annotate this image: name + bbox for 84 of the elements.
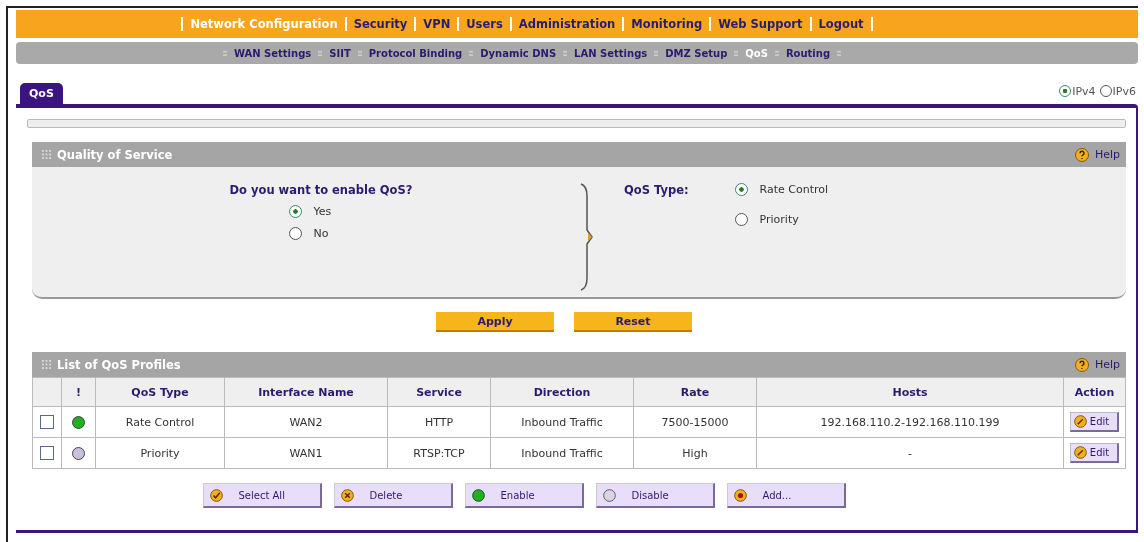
tab[interactable]: QoS: [20, 83, 63, 104]
table-cell: Priority: [95, 437, 225, 469]
cross-icon: [340, 488, 354, 502]
menu-link[interactable]: Administration: [518, 17, 616, 31]
action-button[interactable]: Reset: [574, 312, 692, 332]
radio-label: No: [313, 227, 329, 240]
table-cell: RTSP:TCP: [387, 437, 491, 469]
menu-link[interactable]: VPN: [423, 17, 451, 31]
table-cell: Rate Control: [95, 406, 225, 438]
table-cell: -: [756, 437, 1064, 469]
submenu-link[interactable]: DMZ Setup: [665, 47, 728, 59]
radio-label: Priority: [759, 213, 799, 226]
radio-button[interactable]: [1059, 85, 1072, 97]
menu-link[interactable]: Web Support: [718, 17, 803, 31]
grid-icon: [42, 360, 51, 369]
submenu-link[interactable]: Routing: [785, 47, 831, 59]
table-cell: WAN2: [224, 406, 388, 438]
radio-button[interactable]: [1099, 85, 1112, 97]
table-cell: Inbound Traffic: [490, 406, 634, 438]
menu-link[interactable]: Monitoring: [631, 17, 703, 31]
table-cell: HTTP: [387, 406, 491, 438]
table-cell: WAN1: [224, 437, 388, 469]
radio-button[interactable]: [288, 205, 302, 218]
hollow-circle-icon: [602, 488, 616, 502]
list-button[interactable]: Enable: [464, 483, 584, 508]
table-cell: 7500-15000: [633, 406, 757, 438]
grid-icon: [42, 150, 51, 159]
column-header: Rate: [633, 377, 757, 407]
radio-label: Yes: [313, 205, 332, 218]
separator-icon: [318, 49, 323, 57]
table-cell: Inbound Traffic: [490, 437, 634, 469]
help-icon[interactable]: [1074, 357, 1089, 372]
column-header: Direction: [490, 377, 634, 407]
add-icon: [733, 488, 747, 502]
radio-label: IPv4: [1072, 84, 1096, 98]
column-header: Action: [1063, 377, 1126, 407]
field-label: QoS Type:: [624, 183, 689, 199]
separator-icon: [469, 49, 474, 57]
radio-label: Rate Control: [759, 183, 829, 196]
list-button[interactable]: Select All: [202, 483, 322, 508]
pencil-icon: [1073, 446, 1087, 459]
pencil-icon: [1073, 415, 1087, 428]
separator-icon: [563, 49, 568, 57]
list-button[interactable]: Add...: [726, 483, 846, 508]
check-icon: [209, 488, 223, 502]
separator-icon: [357, 49, 362, 57]
separator-icon: [774, 49, 779, 57]
radio-label: IPv6: [1112, 84, 1136, 98]
help-link[interactable]: Help: [1094, 358, 1120, 371]
help-link[interactable]: Help: [1094, 148, 1120, 161]
table-cell: High: [633, 437, 757, 469]
submenu-link[interactable]: SIIT: [329, 47, 351, 59]
section-title: Quality of Service: [57, 147, 173, 162]
menu-link[interactable]: Security: [353, 17, 408, 31]
submenu-link[interactable]: Protocol Binding: [368, 47, 463, 59]
row-checkbox[interactable]: [40, 446, 54, 460]
separator-icon: [222, 49, 227, 57]
column-header: QoS Type: [95, 377, 225, 407]
edit-button[interactable]: Edit: [1069, 412, 1120, 432]
submenu-link[interactable]: WAN Settings: [233, 47, 312, 59]
menu-link[interactable]: Logout: [818, 17, 864, 31]
radio-button[interactable]: [288, 227, 302, 240]
radio-button[interactable]: [734, 183, 748, 196]
separator-icon: [734, 49, 739, 57]
list-button[interactable]: Disable: [595, 483, 715, 508]
edit-button[interactable]: Edit: [1069, 443, 1120, 463]
menu-link[interactable]: Users: [466, 17, 503, 31]
column-header: Hosts: [756, 377, 1064, 407]
column-header: Interface Name: [224, 377, 388, 407]
action-button[interactable]: Apply: [436, 312, 554, 332]
column-header: !: [61, 377, 96, 407]
separator-icon: [837, 49, 842, 57]
filled-circle-icon: [471, 488, 485, 502]
help-icon[interactable]: [1074, 147, 1089, 162]
question-label: Do you want to enable QoS?: [229, 183, 413, 197]
submenu-link[interactable]: LAN Settings: [574, 47, 648, 59]
section-title: List of QoS Profiles: [57, 357, 181, 372]
separator-icon: [654, 49, 659, 57]
list-button[interactable]: Delete: [333, 483, 453, 508]
submenu-link[interactable]: Dynamic DNS: [480, 47, 557, 59]
column-header: Service: [387, 377, 491, 407]
row-checkbox[interactable]: [40, 415, 54, 429]
radio-button[interactable]: [734, 213, 748, 226]
table-cell: 192.168.110.2-192.168.110.199: [756, 406, 1064, 438]
